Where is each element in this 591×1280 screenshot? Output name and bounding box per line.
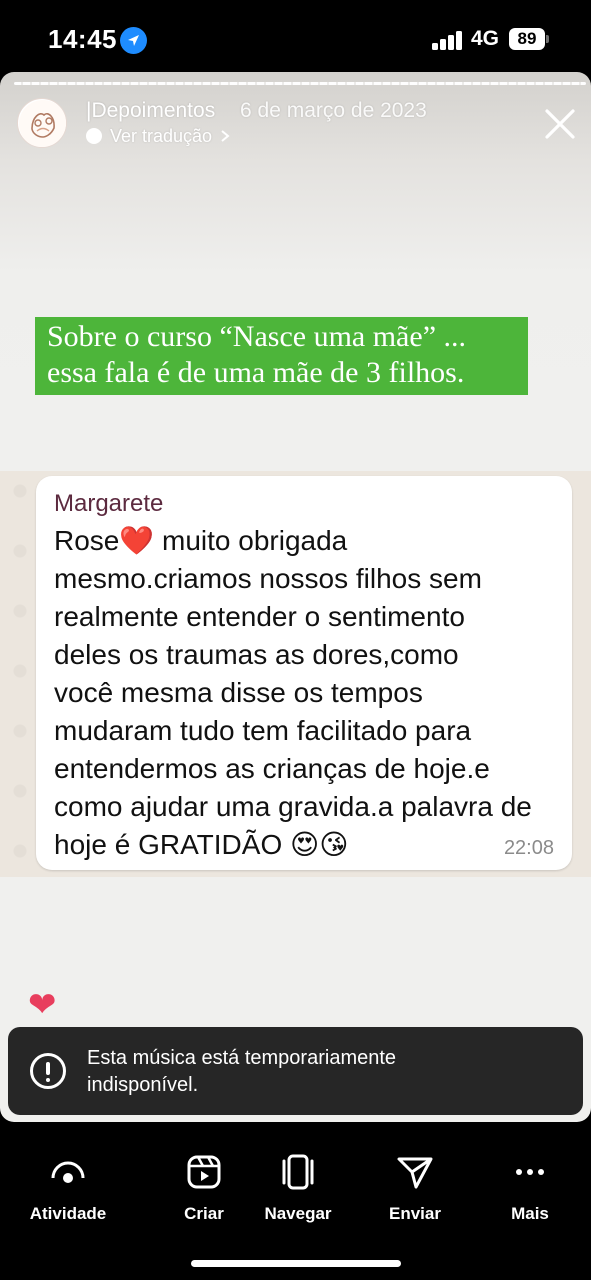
create-button[interactable]: Criar (154, 1152, 254, 1224)
chat-message-bubble: Margarete Rose❤️ muito obrigada mesmo.cr… (36, 476, 572, 870)
story-caption-text: Sobre o curso “Nasce uma mãe” ... essa f… (47, 320, 467, 389)
heart-icon: ❤ (28, 986, 57, 1024)
close-icon (545, 109, 575, 139)
story-viewer[interactable]: |Depoimentos 6 de março de 2023 Ver trad… (0, 72, 591, 1122)
music-unavailable-toast: Esta música está temporariamente indispo… (8, 1027, 583, 1115)
story-caption: Sobre o curso “Nasce uma mãe” ... essa f… (35, 317, 528, 395)
battery-tip (546, 35, 549, 43)
translate-icon (86, 128, 102, 144)
location-arrow-icon (120, 27, 147, 54)
create-reels-icon (187, 1155, 221, 1189)
see-translation-label: Ver tradução (110, 125, 213, 146)
chevron-right-icon (221, 130, 230, 142)
activity-icon (51, 1161, 85, 1183)
browse-button[interactable]: Navegar (248, 1152, 348, 1224)
see-translation-link[interactable]: Ver tradução (86, 125, 230, 147)
status-bar: 14:45 4G 89 (0, 0, 591, 72)
message-time: 22:08 (503, 837, 554, 859)
avatar[interactable] (17, 98, 67, 148)
send-icon (397, 1157, 433, 1189)
more-icon (516, 1169, 544, 1175)
browse-label: Navegar (264, 1204, 332, 1223)
send-button[interactable]: Enviar (365, 1152, 465, 1224)
status-time: 14:45 (48, 24, 117, 54)
activity-button[interactable]: Atividade (18, 1152, 118, 1224)
story-author[interactable]: |Depoimentos (86, 99, 215, 123)
chat-screenshot: Margarete Rose❤️ muito obrigada mesmo.cr… (0, 471, 591, 877)
bottom-action-bar: Atividade Criar Navegar Enviar Mais (0, 1122, 591, 1280)
send-label: Enviar (389, 1204, 441, 1223)
home-indicator[interactable] (191, 1260, 401, 1267)
create-label: Criar (184, 1204, 224, 1223)
battery-icon: 89 (509, 28, 545, 50)
message-text: Rose❤️ muito obrigada mesmo.criamos noss… (54, 525, 532, 860)
more-button[interactable]: Mais (480, 1152, 580, 1224)
cellular-signal-icon (432, 30, 464, 50)
alert-icon (30, 1053, 66, 1089)
network-type: 4G (471, 27, 500, 50)
activity-label: Atividade (29, 1204, 107, 1223)
story-progress-bar (14, 82, 586, 85)
more-label: Mais (511, 1204, 549, 1223)
toast-message: Esta música está temporariamente indispo… (87, 1047, 397, 1096)
close-button[interactable] (540, 104, 580, 144)
browse-icon (282, 1154, 314, 1190)
story-date: 6 de março de 2023 (240, 99, 427, 122)
message-sender: Margarete (54, 490, 164, 517)
